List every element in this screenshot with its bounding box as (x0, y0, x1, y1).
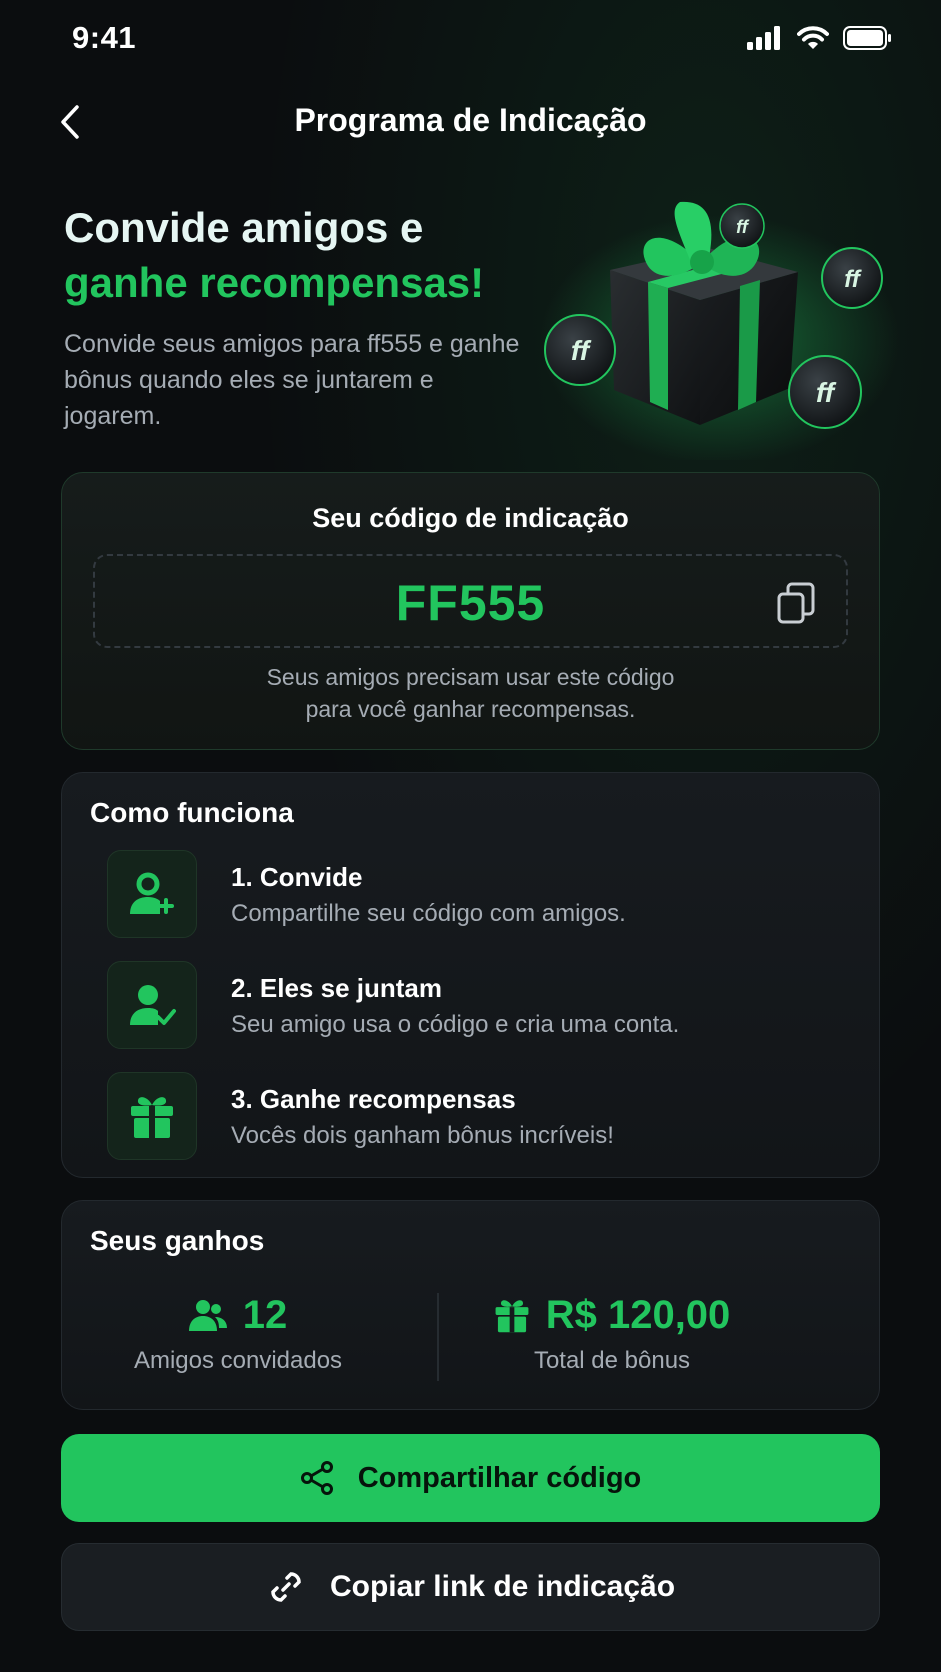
user-check-icon (130, 985, 176, 1025)
hero-title: Convide amigos e ganhe recompensas! (64, 200, 484, 310)
hero-description: Convide seus amigos para ff555 e ganhe b… (64, 330, 520, 430)
friends-count: 12 (242, 1292, 288, 1337)
friends-label: Amigos convidados (133, 1347, 343, 1374)
step-icon-box (107, 1072, 197, 1160)
referral-code-box[interactable]: FF555 (93, 554, 848, 648)
hero-title-line1: Convide amigos e (64, 204, 424, 251)
earnings-title: Seus ganhos (90, 1225, 265, 1256)
step-icon-box (107, 961, 197, 1049)
referral-code-value: FF555 (395, 575, 546, 631)
link-icon (271, 1572, 301, 1602)
step-join: 2. Eles se juntam Seu amigo usa o código… (107, 961, 847, 1051)
step-description: Seu amigo usa o código e cria uma conta. (231, 1011, 680, 1038)
status-icons (747, 26, 893, 50)
share-icon (300, 1461, 333, 1495)
step-icon-box (107, 850, 197, 938)
step-description: Vocês dois ganham bônus incríveis! (231, 1122, 614, 1149)
referral-code-label: Seu código de indicação (312, 503, 629, 533)
svg-text:ff: ff (816, 377, 837, 408)
step-title: 3. Ganhe recompensas (231, 1084, 516, 1114)
gift-icon (131, 1097, 173, 1138)
referral-code-help-line2: para você ganhar recompensas. (305, 696, 636, 722)
friends-invited-stat: 12 Amigos convidados (38, 1289, 438, 1389)
users-icon (188, 1300, 227, 1331)
svg-text:ff: ff (571, 335, 592, 366)
copy-link-label: Copiar link de indicação (329, 1570, 676, 1603)
coin-icon: ff (821, 247, 883, 309)
share-code-button[interactable]: Compartilhar código (61, 1434, 880, 1522)
copy-link-button[interactable]: Copiar link de indicação (61, 1543, 880, 1631)
bonus-total: R$ 120,00 (545, 1292, 731, 1337)
status-bar: 9:41 (0, 0, 941, 80)
referral-code-help-line1: Seus amigos precisam usar este código (266, 664, 675, 690)
page-title: Programa de Indicação (294, 102, 647, 138)
user-plus-icon (130, 872, 174, 914)
copy-icon (777, 582, 815, 624)
referral-screen: 9:41 Programa de Indicação Convide amigo… (0, 0, 941, 1672)
wifi-icon (797, 26, 829, 49)
step-invite: 1. Convide Compartilhe seu código com am… (107, 850, 847, 940)
how-it-works-title: Como funciona (90, 797, 294, 828)
step-rewards: 3. Ganhe recompensas Vocês dois ganham b… (107, 1072, 847, 1162)
copy-code-button[interactable] (776, 582, 816, 624)
share-code-label: Compartilhar código (357, 1461, 642, 1494)
how-it-works-card: Como funciona 1. Convide Compartilhe seu… (61, 772, 880, 1178)
hero-title-line2: ganhe recompensas! (64, 259, 485, 306)
battery-icon (843, 26, 891, 50)
step-title: 1. Convide (231, 862, 363, 892)
step-description: Compartilhe seu código com amigos. (231, 900, 626, 927)
coin-icon: ff (544, 314, 616, 386)
cellular-signal-icon (747, 26, 780, 50)
earnings-card: Seus ganhos 12 Amigos convidados R$ 120,… (61, 1200, 880, 1410)
svg-text:ff: ff (844, 266, 862, 293)
coin-icon: ff (788, 355, 862, 429)
total-bonus-stat: R$ 120,00 Total de bônus (412, 1289, 812, 1389)
gift-icon (495, 1300, 529, 1333)
gift-box-illustration: ff ff ff ff (540, 201, 900, 460)
header: Programa de Indicação (0, 92, 941, 152)
referral-code-help: Seus amigos precisam usar este código pa… (62, 661, 879, 725)
referral-code-card: Seu código de indicação FF555 Seus amigo… (61, 472, 880, 750)
svg-text:ff: ff (736, 217, 750, 237)
coin-icon: ff (719, 203, 765, 249)
step-title: 2. Eles se juntam (231, 973, 442, 1003)
bonus-label: Total de bônus (533, 1347, 691, 1374)
status-time: 9:41 (72, 20, 137, 55)
